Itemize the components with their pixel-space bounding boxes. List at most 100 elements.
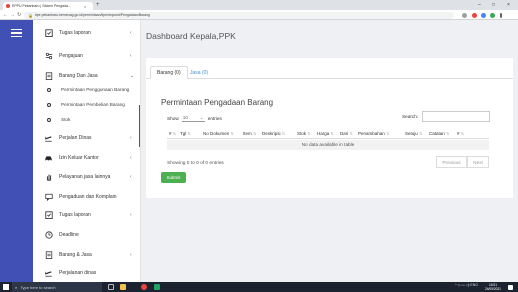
sidebar-item-barang-jasa[interactable]: Barang & Jasa ‹	[33, 246, 140, 264]
sidebar-item-deadline[interactable]: Deadline	[33, 226, 140, 244]
sidebar-item-izin-keluar-kantor[interactable]: Izin Keluar Kantor ‹	[33, 149, 140, 167]
sidebar-item-perjalan-dinas[interactable]: Perjalan Dinas ‹	[33, 129, 140, 147]
sidebar-item-tugas-laporan[interactable]: Tugas laporan ‹	[33, 24, 140, 42]
maximize-button[interactable]: □	[492, 1, 495, 9]
page-title: Dashboard Kepala,PPK	[146, 31, 236, 41]
star-icon[interactable]	[462, 12, 467, 18]
hamburger-menu-icon[interactable]	[11, 29, 22, 39]
column-header[interactable]: Deskripsi ⇅	[262, 131, 285, 136]
clipboard-check-icon	[44, 211, 53, 220]
document-icon	[44, 251, 53, 260]
column-header[interactable]: No Dokumen ⇅	[203, 131, 234, 136]
column-header[interactable]: Item ⇅	[243, 131, 256, 136]
chevron-left-icon: ‹	[130, 252, 132, 258]
sidebar-subitem-stok[interactable]: Stok	[33, 113, 140, 126]
entries-select[interactable]: 10 ⌄	[181, 114, 205, 122]
sidebar-item-pelayanan-jasa[interactable]: Pelayanan jasa lainnya ‹	[33, 168, 140, 186]
column-header[interactable]: Dari ⇅	[340, 131, 353, 136]
extension-icon[interactable]	[472, 12, 477, 18]
back-button[interactable]: ←	[3, 11, 8, 19]
search-icon: ⌕	[15, 284, 18, 290]
sidebar-subitem-label: Permintaan Penggunaan Barang	[61, 87, 130, 92]
windows-start-icon[interactable]	[3, 284, 9, 290]
excel-icon[interactable]	[154, 284, 160, 290]
close-tab-icon[interactable]: ×	[84, 4, 86, 9]
menu-icon[interactable]	[500, 12, 502, 18]
tab-jasa[interactable]: Jasa (0)	[184, 66, 214, 79]
column-header[interactable]: # ⇅	[457, 131, 464, 136]
car-icon	[44, 154, 53, 163]
chevron-left-icon: ‹	[130, 53, 132, 59]
sidebar-subitem-penggunaan-barang[interactable]: Permintaan Penggunaan Barang	[33, 83, 140, 96]
table-info: Showing 0 to 0 of 0 entries	[167, 161, 224, 166]
close-window-button[interactable]: ×	[507, 1, 510, 9]
chevron-left-icon: ‹	[130, 174, 132, 180]
taskbar-search-input[interactable]: ⌕ Type here to search	[12, 282, 102, 292]
column-header[interactable]: Penambahan ⇅	[358, 131, 389, 136]
chrome-icon[interactable]	[141, 284, 147, 290]
sidebar-subitem-label: Permintaan Pembelian Barang	[61, 102, 125, 107]
sidebar-item-perjalanan-dinas[interactable]: Perjalanan dinas	[33, 264, 140, 282]
column-header[interactable]: # ⇅	[169, 131, 176, 136]
sidebar-item-label: Deadline	[59, 232, 79, 238]
system-tray[interactable]: ^ ◇ ▭ ◁) ENG	[455, 283, 478, 287]
sidebar-subitem-pembelian-barang[interactable]: Permintaan Pembelian Barang	[33, 98, 140, 111]
card-title: Permintaan Pengadaan Barang	[161, 98, 274, 107]
sidebar-item-label: Izin Keluar Kantor	[59, 155, 99, 161]
chevron-down-icon: ⌄	[130, 73, 135, 79]
chevron-left-icon: ‹	[130, 212, 132, 218]
show-label: Show	[167, 115, 179, 121]
sidebar-item-label: Tugas laporan	[59, 30, 91, 36]
column-header[interactable]: Stok ⇅	[297, 131, 311, 136]
entries-label: entries	[207, 115, 222, 121]
previous-button[interactable]: Previous	[436, 156, 467, 168]
column-header[interactable]: Tgl ⇅	[180, 131, 191, 136]
tab-barang[interactable]: Barang (0)	[150, 66, 188, 79]
sidebar-item-tugas-laporan-2[interactable]: Tugas laporan ‹	[33, 206, 140, 224]
hand-icon	[44, 173, 53, 182]
chat-icon	[44, 193, 53, 202]
clock-date: 24/05/2021	[485, 287, 501, 291]
nav-rail	[0, 20, 33, 282]
sidebar-subitem-label: Stok	[61, 117, 71, 122]
task-view-icon[interactable]	[108, 284, 114, 290]
minimize-button[interactable]: –	[478, 1, 481, 9]
url-field[interactable]: 🔒 tipe.pekanbaru.kemenag.go.id/permintaa…	[24, 11, 454, 19]
notification-icon[interactable]	[508, 284, 513, 290]
circle-icon	[47, 102, 51, 107]
sidebar-item-label: Barang Dan Jasa	[59, 73, 98, 79]
request-card: Barang (0) Jasa (0) Permintaan Pengadaan…	[146, 58, 513, 198]
browser-tab[interactable]: EPPU Pekanbaru | Sistem Pengada... ×	[3, 2, 93, 10]
taskbar-clock[interactable]: 16:51 24/05/2021	[485, 283, 501, 291]
entries-control: Show 10 ⌄ entries	[167, 114, 222, 122]
next-button[interactable]: Next	[467, 156, 489, 168]
taskbar-search-placeholder: Type here to search	[20, 284, 56, 290]
extension-icon[interactable]	[481, 12, 486, 18]
tab-bar: Barang (0) Jasa (0)	[146, 66, 513, 79]
sidebar-item-label: Perjalanan dinas	[59, 270, 97, 276]
airplane-icon	[44, 269, 53, 278]
forward-button[interactable]: →	[10, 11, 15, 19]
column-header[interactable]: Harga ⇅	[317, 131, 334, 136]
sidebar-item-pengajuan[interactable]: Pengajuan ‹	[33, 47, 140, 65]
address-bar-row: ← → ↻ 🔒 tipe.pekanbaru.kemenag.go.id/per…	[0, 10, 518, 20]
chevron-down-icon: ⌄	[199, 114, 204, 120]
file-explorer-icon[interactable]	[120, 284, 126, 290]
reload-button[interactable]: ↻	[17, 11, 21, 19]
new-tab-button[interactable]: +	[96, 2, 100, 9]
browser-chrome: EPPU Pekanbaru | Sistem Pengada... × + –…	[0, 0, 518, 20]
profile-icon[interactable]	[490, 12, 495, 18]
column-header[interactable]: Setuju ⇅	[405, 131, 422, 136]
column-header[interactable]: Catatan ⇅	[429, 131, 449, 136]
chevron-left-icon: ‹	[130, 135, 132, 141]
search-label: Search:	[402, 114, 419, 119]
sidebar-item-label: Pengajuan	[59, 53, 83, 59]
submit-button[interactable]: Submit	[161, 172, 186, 183]
sidebar: Tugas laporan ‹ Pengajuan ‹ Barang Dan J…	[33, 20, 141, 282]
sidebar-item-label: Perjalan Dinas	[59, 135, 92, 141]
lock-icon: 🔒	[28, 12, 33, 18]
document-icon	[44, 72, 53, 81]
search-input[interactable]	[422, 111, 490, 122]
circle-icon	[47, 87, 51, 92]
sidebar-item-pengaduan[interactable]: Pengaduan dan Komplain	[33, 188, 140, 206]
